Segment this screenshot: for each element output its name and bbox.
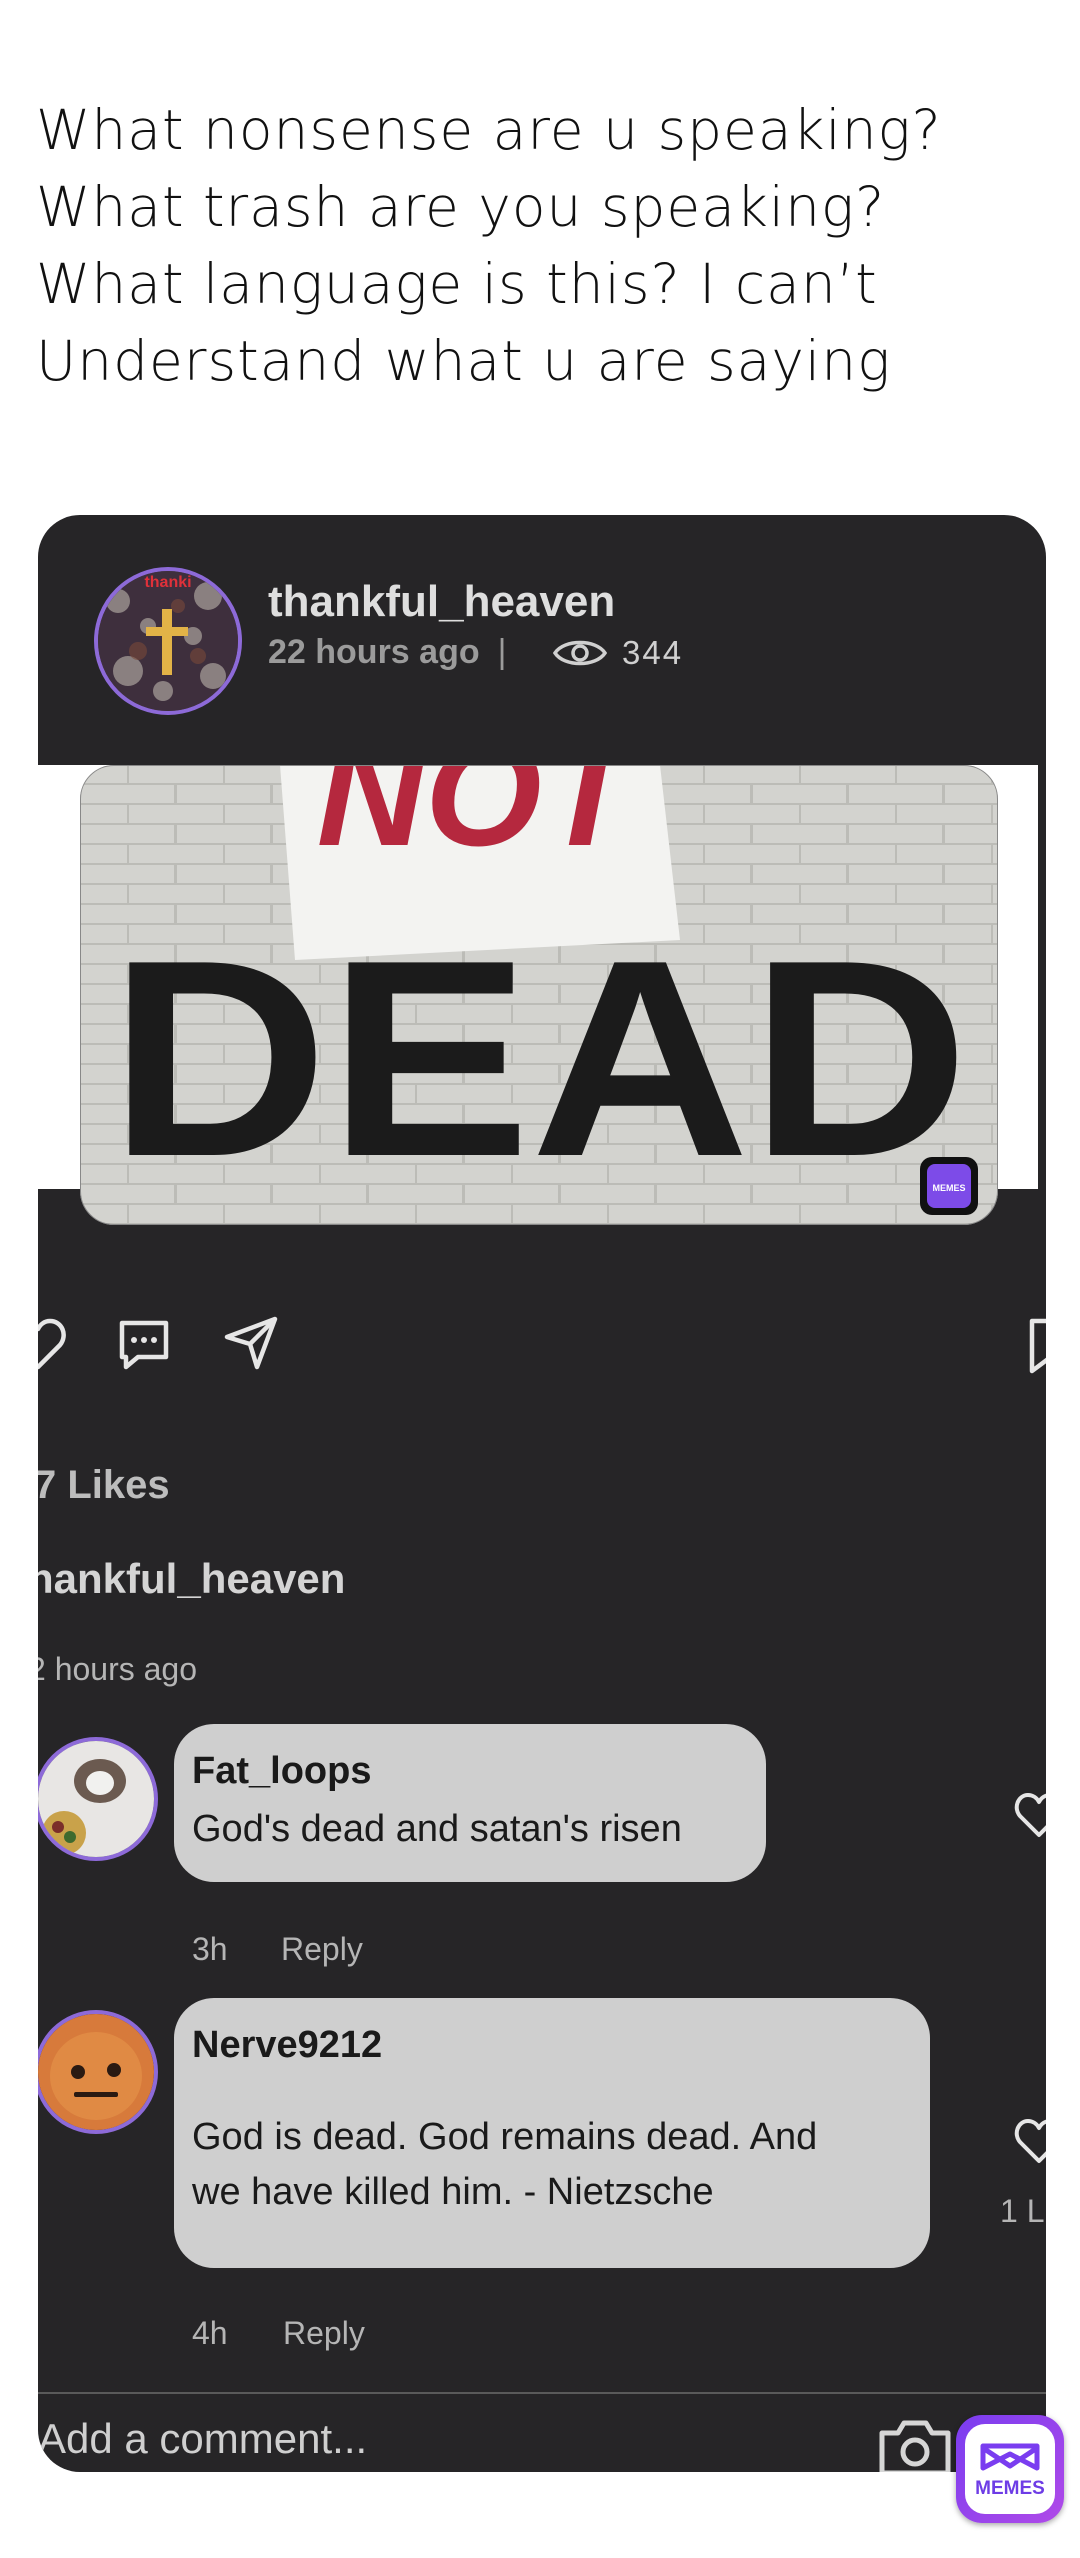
comment-author[interactable]: Nerve9212	[192, 2024, 382, 2067]
commenter-avatar-image	[38, 2014, 154, 2130]
reply-button[interactable]: Reply	[281, 1931, 363, 1968]
likes-count[interactable]: 7 Likes	[38, 1463, 170, 1508]
comment-author[interactable]: Fat_loops	[192, 1750, 371, 1793]
comment-like-icon[interactable]	[1013, 1791, 1046, 1839]
heart-icon[interactable]	[38, 1315, 68, 1375]
memes-label: MEMES	[975, 2478, 1045, 2499]
comment-text-line-2: we have killed him. - Nietzsche	[192, 2171, 714, 2213]
poster-avatar[interactable]: thanki	[94, 567, 242, 715]
comment-icon[interactable]	[114, 1315, 174, 1375]
post-header: thanki thankful_heaven 22 hours ago | 344	[38, 515, 1046, 765]
view-count: 344	[622, 634, 684, 671]
watermark-label: MEMES	[932, 1183, 965, 1193]
comment-avatar[interactable]	[38, 1737, 158, 1861]
post-card: thanki thankful_heaven 22 hours ago | 344	[38, 515, 1046, 2472]
envelope-icon	[980, 2443, 1040, 2471]
caption-text: What nonsense are u speaking? What trash…	[36, 92, 1046, 400]
eye-icon	[552, 640, 608, 666]
image-text-dead: DEAD	[109, 903, 969, 1215]
avatar-image: thanki	[98, 571, 238, 711]
post-author[interactable]: hankful_heaven	[38, 1555, 345, 1603]
comment-time: 3h	[192, 1931, 228, 1967]
memes-logo: MEMES	[965, 2424, 1055, 2514]
image-text-not: NOT	[317, 765, 645, 877]
comment-bubble: Nerve9212 God is dead. God remains dead.…	[174, 1998, 930, 2268]
comment-like-icon[interactable]	[1013, 2117, 1046, 2165]
comment-input[interactable]: Add a comment...	[38, 2415, 367, 2463]
post-username[interactable]: thankful_heaven	[268, 577, 615, 627]
post-image[interactable]: NOT DEAD MEMES	[38, 765, 1038, 1225]
reply-button[interactable]: Reply	[283, 2315, 365, 2352]
comment-text: God's dead and satan's risen	[192, 1808, 682, 1850]
comment-time: 4h	[192, 2315, 228, 2351]
caption-line-2: What trash are you speaking?	[36, 175, 886, 239]
post-time: 22 hours ago	[268, 633, 480, 671]
avatar-text: thanki	[144, 574, 191, 591]
post-meta: 22 hours ago |	[268, 633, 524, 672]
post-timestamp: 2 hours ago	[38, 1651, 198, 1687]
caption-line-1: What nonsense are u speaking?	[36, 98, 942, 162]
commenter-avatar-image	[38, 1741, 154, 1857]
comment-text-line-1: God is dead. God remains dead. And	[192, 2116, 818, 2158]
comment-like-count: 1 Li	[1000, 2193, 1046, 2229]
caption-line-4: Understand what u are saying	[36, 329, 892, 393]
input-divider	[38, 2392, 1046, 2394]
send-icon[interactable]	[221, 1313, 281, 1373]
memes-app-badge[interactable]: MEMES	[956, 2415, 1064, 2523]
bookmark-icon[interactable]	[1028, 1317, 1046, 1377]
post-image-graphic: NOT DEAD MEMES	[80, 765, 998, 1225]
comment-bubble: Fat_loops God's dead and satan's risen	[174, 1724, 766, 1882]
comment-avatar[interactable]	[38, 2010, 158, 2134]
action-bar	[38, 1305, 1046, 1385]
camera-icon[interactable]	[876, 2415, 954, 2472]
caption-line-3: What language is this? I can’t	[36, 252, 878, 316]
meta-separator: |	[497, 633, 507, 671]
